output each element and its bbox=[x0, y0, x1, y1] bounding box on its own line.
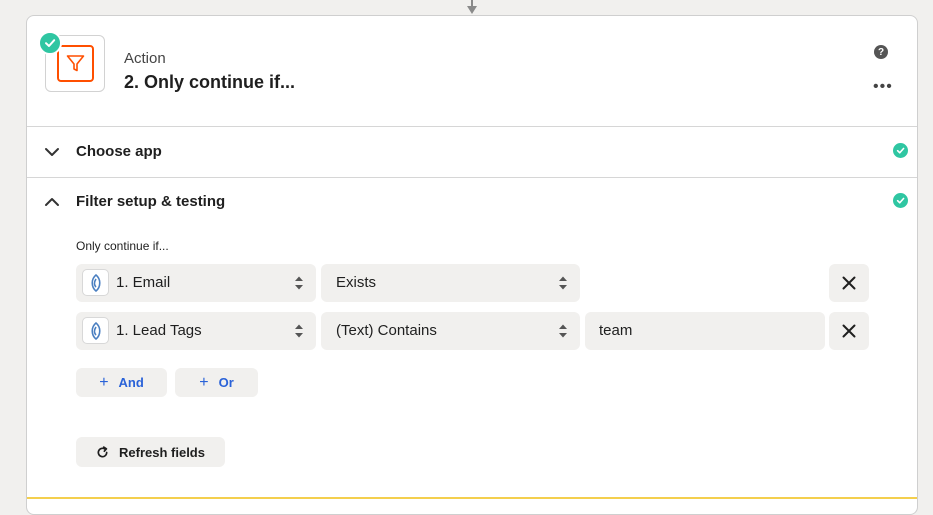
condition-operator-select[interactable]: Exists bbox=[321, 264, 580, 302]
sort-arrows-icon bbox=[559, 324, 567, 338]
condition-field-value: 1. Email bbox=[116, 274, 171, 291]
condition-field-select[interactable]: 1. Lead Tags bbox=[76, 312, 316, 350]
close-icon bbox=[842, 276, 856, 290]
sort-arrows-icon bbox=[295, 276, 303, 290]
step-type-label: Action bbox=[124, 50, 166, 67]
condition-operator-value: Exists bbox=[336, 274, 377, 291]
refresh-fields-button[interactable]: Refresh fields bbox=[76, 437, 225, 467]
remove-condition-button[interactable] bbox=[829, 264, 869, 302]
condition-field-value: 1. Lead Tags bbox=[116, 322, 202, 339]
section-complete-check-icon bbox=[893, 143, 908, 158]
close-icon bbox=[842, 324, 856, 338]
condition-operator-select[interactable]: (Text) Contains bbox=[321, 312, 580, 350]
condition-operator-value: (Text) Contains bbox=[336, 322, 437, 339]
refresh-icon bbox=[97, 445, 108, 458]
filter-heading: Only continue if... bbox=[76, 239, 169, 253]
condition-value-input[interactable]: team bbox=[585, 312, 825, 350]
condition-value-text: team bbox=[599, 322, 633, 339]
step-header[interactable]: Action 2. Only continue if... ? ••• bbox=[27, 16, 917, 127]
step-complete-check-icon bbox=[38, 31, 62, 55]
help-icon[interactable]: ? bbox=[874, 45, 888, 59]
sort-arrows-icon bbox=[559, 276, 567, 290]
plus-icon: + bbox=[199, 373, 209, 391]
section-label: Filter setup & testing bbox=[76, 193, 226, 210]
remove-condition-button[interactable] bbox=[829, 312, 869, 350]
or-label: Or bbox=[218, 375, 234, 390]
app-logo-icon bbox=[82, 317, 109, 344]
section-filter-setup[interactable]: Filter setup & testing bbox=[27, 177, 917, 227]
chevron-down-icon bbox=[45, 148, 59, 156]
and-label: And bbox=[118, 375, 144, 390]
more-options-icon[interactable]: ••• bbox=[873, 79, 892, 95]
refresh-label: Refresh fields bbox=[119, 444, 205, 460]
section-choose-app[interactable]: Choose app bbox=[27, 127, 917, 178]
add-and-condition-button[interactable]: + And bbox=[76, 368, 167, 397]
step-title[interactable]: 2. Only continue if... bbox=[124, 72, 295, 93]
app-logo-icon bbox=[82, 269, 109, 296]
step-card: Action 2. Only continue if... ? ••• Choo… bbox=[26, 15, 918, 515]
add-or-condition-button[interactable]: + Or bbox=[175, 368, 258, 397]
section-label: Choose app bbox=[76, 143, 162, 160]
chevron-up-icon bbox=[45, 198, 59, 206]
plus-icon: + bbox=[99, 373, 109, 391]
filter-funnel-icon bbox=[57, 45, 94, 82]
connector-arrow-icon bbox=[467, 6, 477, 14]
sort-arrows-icon bbox=[295, 324, 303, 338]
section-complete-check-icon bbox=[893, 193, 908, 208]
condition-field-select[interactable]: 1. Email bbox=[76, 264, 316, 302]
